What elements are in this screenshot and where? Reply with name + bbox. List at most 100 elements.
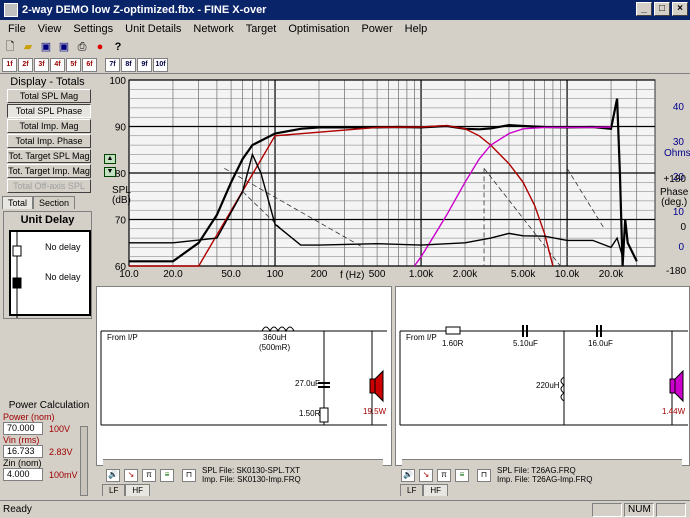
tab-hf-left[interactable]: HF: [125, 484, 151, 496]
f6-icon[interactable]: 6f: [82, 57, 97, 72]
total-spl-mag-button[interactable]: Total SPL Mag: [7, 89, 91, 103]
save-as-icon[interactable]: ▣: [56, 40, 72, 55]
y-axis-label: SPL (dB): [112, 185, 131, 206]
phase-tick-label: 0: [680, 222, 686, 233]
total-spl-phase-button[interactable]: Total SPL Phase: [7, 104, 91, 118]
unit-delay-title: Unit Delay: [20, 214, 75, 226]
x-tick-label: 500: [369, 269, 386, 280]
power-title: Power Calculation: [8, 400, 90, 411]
x-axis-label: f (Hz): [340, 270, 365, 281]
title-bar: 2-way DEMO low Z-optimized.fbx - FINE X-…: [0, 0, 690, 20]
minimize-button[interactable]: _: [636, 2, 652, 16]
x-tick-label: 20.0k: [599, 269, 624, 280]
total-imp-mag-button[interactable]: Total Imp. Mag: [7, 119, 91, 133]
lf-cap-label[interactable]: 27.0uF: [295, 379, 320, 388]
menu-network[interactable]: Network: [187, 23, 239, 35]
total-off-axis-spl-button[interactable]: Total Off-axis SPL: [7, 179, 91, 193]
hf-sub-icon[interactable]: ⊓: [477, 469, 491, 482]
lf-inductor-r-label: (500mR): [259, 343, 291, 352]
new-file-icon[interactable]: 🗋: [2, 40, 18, 55]
print-icon[interactable]: ⎙: [74, 40, 90, 55]
hf-power-label: 1.44W: [662, 407, 686, 416]
f5-icon[interactable]: 5f: [66, 57, 81, 72]
status-cell-empty2: [656, 502, 686, 517]
lf-speaker-icon[interactable]: 🔊: [106, 469, 120, 482]
hf-network-icon[interactable]: ≡: [455, 469, 469, 482]
x-tick-label: 20.0: [163, 269, 183, 280]
hf-file-bar: 🔊 ↘ π ≡ ⊓ SPL File: T26AG.FRQ Imp. File:…: [395, 466, 690, 486]
tab-lf-right[interactable]: LF: [400, 484, 424, 496]
tab-hf-right[interactable]: HF: [423, 484, 449, 496]
hf-inductor-label[interactable]: 220uH: [536, 381, 560, 390]
tab-total[interactable]: Total: [2, 196, 34, 209]
hf-curve-icon[interactable]: ↘: [419, 469, 433, 482]
y-tick-label: 80: [115, 169, 127, 180]
help-icon[interactable]: ?: [110, 40, 126, 55]
y-tick-label: 60: [115, 262, 127, 273]
vin-volt-label: 2.83V: [49, 446, 73, 457]
hf-speaker-icon[interactable]: 🔊: [401, 469, 415, 482]
menu-file[interactable]: File: [2, 23, 32, 35]
color-icon[interactable]: ●: [92, 40, 108, 55]
lf-curve-icon[interactable]: ↘: [124, 469, 138, 482]
lf-spl-file: SPL File: SK0130-SPL.TXT: [202, 466, 300, 475]
menu-power[interactable]: Power: [355, 23, 398, 35]
lf-filter-icon[interactable]: π: [142, 469, 156, 482]
menu-unit-details[interactable]: Unit Details: [119, 23, 187, 35]
x-tick-label: 1.00k: [409, 269, 434, 280]
lf-power-label: 19.5W: [363, 407, 387, 416]
lf-res-label[interactable]: 1.50R: [299, 409, 320, 418]
power-input[interactable]: 70.000: [3, 422, 43, 435]
zin-input[interactable]: 4.000: [3, 468, 43, 481]
lf-sub-icon[interactable]: ⊓: [182, 469, 196, 482]
save-icon[interactable]: ▣: [38, 40, 54, 55]
lf-file-bar: 🔊 ↘ π ≡ ⊓ SPL File: SK0130-SPL.TXT Imp. …: [96, 466, 392, 486]
lf-inductor-symbol: [261, 326, 295, 333]
f2-icon[interactable]: 2f: [18, 57, 33, 72]
power-volt-label: 100V: [49, 423, 71, 434]
f9-icon[interactable]: 9f: [137, 57, 152, 72]
menu-view[interactable]: View: [32, 23, 68, 35]
f8-icon[interactable]: 8f: [121, 57, 136, 72]
open-folder-icon[interactable]: ▰: [20, 40, 36, 55]
tab-section[interactable]: Section: [33, 196, 76, 209]
delay-1-label[interactable]: No delay: [45, 242, 81, 252]
y-tick-label: 100: [109, 76, 126, 87]
tot-target-spl-mag-button[interactable]: Tot. Target SPL Mag: [7, 149, 91, 163]
power-slider[interactable]: [80, 426, 88, 496]
x-tick-label: 5.00k: [511, 269, 536, 280]
menu-bar: File View Settings Unit Details Network …: [0, 20, 690, 38]
phase-tick-label: +180: [663, 174, 686, 185]
menu-optimisation[interactable]: Optimisation: [282, 23, 355, 35]
hf-cap2-label[interactable]: 16.0uF: [588, 339, 613, 348]
app-icon: [4, 3, 18, 17]
close-button[interactable]: ×: [672, 2, 688, 16]
hf-spl-file: SPL File: T26AG.FRQ: [497, 466, 576, 475]
menu-target[interactable]: Target: [240, 23, 283, 35]
lf-network-icon[interactable]: ≡: [160, 469, 174, 482]
menu-help[interactable]: Help: [399, 23, 434, 35]
scale-up-button[interactable]: ▲: [104, 154, 116, 164]
tot-target-imp-mag-button[interactable]: Tot. Target Imp. Mag: [7, 164, 91, 178]
hf-filter-icon[interactable]: π: [437, 469, 451, 482]
menu-settings[interactable]: Settings: [67, 23, 119, 35]
tab-lf-left[interactable]: LF: [102, 484, 126, 496]
f4-icon[interactable]: 4f: [50, 57, 65, 72]
hf-res-label[interactable]: 1.60R: [442, 339, 463, 348]
scale-down-button[interactable]: ▼: [104, 167, 116, 177]
total-imp-phase-button[interactable]: Total Imp. Phase: [7, 134, 91, 148]
vin-input[interactable]: 16.733: [3, 445, 43, 458]
function-toolbar: 1f 2f 3f 4f 5f 6f 7f 8f 9f 10f: [0, 56, 690, 74]
f7-icon[interactable]: 7f: [105, 57, 120, 72]
delay-2-label[interactable]: No delay: [45, 272, 81, 282]
f3-icon[interactable]: 3f: [34, 57, 49, 72]
x-tick-label: 2.00k: [453, 269, 478, 280]
hf-tabs: LF HF: [400, 484, 449, 496]
f10-icon[interactable]: 10f: [153, 57, 168, 72]
f1-icon[interactable]: 1f: [2, 57, 17, 72]
hf-cap1-label[interactable]: 5.10uF: [513, 339, 538, 348]
maximize-button[interactable]: □: [654, 2, 670, 16]
lf-inductor-label[interactable]: 360uH: [263, 333, 287, 342]
unit-delay-panel: Unit Delay No delay No delay: [3, 211, 92, 319]
hf-imp-file: Imp. File: T26AG-Imp.FRQ: [497, 475, 593, 484]
